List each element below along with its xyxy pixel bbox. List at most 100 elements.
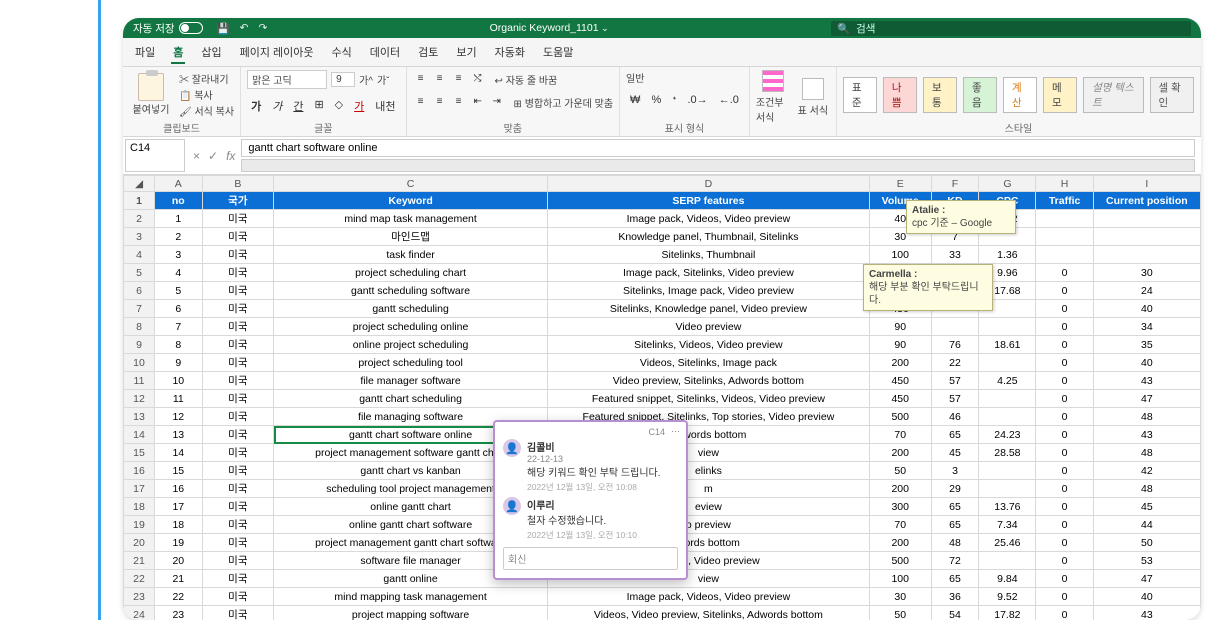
- cell[interactable]: 미국: [202, 534, 273, 552]
- cell[interactable]: 30: [1093, 264, 1200, 282]
- cell[interactable]: 500: [869, 408, 931, 426]
- cell[interactable]: [979, 462, 1036, 480]
- col-E[interactable]: E: [869, 176, 931, 192]
- row-header[interactable]: 24: [124, 606, 155, 620]
- cell[interactable]: 0: [1036, 300, 1093, 318]
- indent-inc-icon[interactable]: ⇥: [489, 95, 505, 110]
- col-B[interactable]: B: [202, 176, 273, 192]
- comment-thread[interactable]: C14 ⋯ 👤 김콜비 22-12-13 해당 키워드 확인 부탁 드립니다. …: [493, 420, 688, 580]
- cell[interactable]: 미국: [202, 336, 273, 354]
- style-memo[interactable]: 메모: [1043, 77, 1077, 113]
- cell[interactable]: 200: [869, 354, 931, 372]
- cell[interactable]: Sitelinks, Image pack, Video preview: [548, 282, 870, 300]
- row-header[interactable]: 13: [124, 408, 155, 426]
- cell[interactable]: 0: [1036, 462, 1093, 480]
- cell[interactable]: 0: [1036, 318, 1093, 336]
- style-calc[interactable]: 계산: [1003, 77, 1037, 113]
- row-header[interactable]: 2: [124, 210, 155, 228]
- cell[interactable]: 7.34: [979, 516, 1036, 534]
- cell[interactable]: project scheduling chart: [274, 264, 548, 282]
- dec-decimal-button[interactable]: ←.0: [715, 93, 743, 108]
- header-cell[interactable]: SERP features: [548, 192, 870, 210]
- row-header[interactable]: 22: [124, 570, 155, 588]
- cell[interactable]: 15: [154, 462, 202, 480]
- cell[interactable]: 28.58: [979, 444, 1036, 462]
- border-button[interactable]: ⊞: [310, 97, 327, 115]
- cell[interactable]: 48: [1093, 480, 1200, 498]
- cell[interactable]: 200: [869, 444, 931, 462]
- style-neutral[interactable]: 보통: [923, 77, 957, 113]
- cell[interactable]: 7: [154, 318, 202, 336]
- cell[interactable]: 0: [1036, 480, 1093, 498]
- cell[interactable]: [1093, 228, 1200, 246]
- tab-review[interactable]: 검토: [416, 42, 440, 64]
- format-as-table-button[interactable]: 표 서식: [796, 78, 830, 117]
- header-cell[interactable]: Keyword: [274, 192, 548, 210]
- cell[interactable]: Knowledge panel, Thumbnail, Sitelinks: [548, 228, 870, 246]
- cell[interactable]: 16: [154, 480, 202, 498]
- row-header[interactable]: 12: [124, 390, 155, 408]
- cell[interactable]: [931, 318, 979, 336]
- percent-button[interactable]: %: [647, 93, 665, 108]
- cell[interactable]: 미국: [202, 462, 273, 480]
- fx-icon[interactable]: fx: [226, 149, 235, 163]
- cell[interactable]: Sitelinks, Thumbnail: [548, 246, 870, 264]
- align-top-icon[interactable]: ≡: [413, 72, 429, 87]
- cell[interactable]: 43: [1093, 426, 1200, 444]
- cell[interactable]: Video preview, Sitelinks, Adwords bottom: [548, 372, 870, 390]
- cell[interactable]: 45: [1093, 498, 1200, 516]
- header-cell[interactable]: Current position: [1093, 192, 1200, 210]
- col-A[interactable]: A: [154, 176, 202, 192]
- paste-button[interactable]: 붙여넣기: [129, 73, 173, 116]
- cell[interactable]: Video preview: [548, 318, 870, 336]
- cell[interactable]: 11: [154, 390, 202, 408]
- cell[interactable]: task finder: [274, 246, 548, 264]
- row-header[interactable]: 17: [124, 480, 155, 498]
- font-family-select[interactable]: 맑은 고딕: [247, 70, 327, 89]
- row-header[interactable]: 3: [124, 228, 155, 246]
- cell[interactable]: 30: [869, 588, 931, 606]
- cell[interactable]: [979, 552, 1036, 570]
- row-header[interactable]: 18: [124, 498, 155, 516]
- cell[interactable]: gantt chart scheduling: [274, 390, 548, 408]
- bold-button[interactable]: 가: [247, 97, 265, 115]
- cell[interactable]: 9.52: [979, 588, 1036, 606]
- cell[interactable]: 43: [1093, 372, 1200, 390]
- cell[interactable]: 57: [931, 390, 979, 408]
- formula-input[interactable]: gantt chart software online: [241, 139, 1195, 157]
- cell[interactable]: 0: [1036, 444, 1093, 462]
- cell[interactable]: 0: [1036, 570, 1093, 588]
- cell[interactable]: 40: [1093, 588, 1200, 606]
- row-header[interactable]: 19: [124, 516, 155, 534]
- cell[interactable]: 2: [154, 228, 202, 246]
- cell[interactable]: 0: [1036, 282, 1093, 300]
- document-title[interactable]: Organic Keyword_1101: [267, 22, 831, 34]
- cell[interactable]: 미국: [202, 570, 273, 588]
- cell[interactable]: 0: [1036, 516, 1093, 534]
- cell[interactable]: 3: [154, 246, 202, 264]
- phonetic-button[interactable]: 내천: [371, 97, 399, 115]
- cell[interactable]: 65: [931, 498, 979, 516]
- cell[interactable]: 100: [869, 246, 931, 264]
- col-G[interactable]: G: [979, 176, 1036, 192]
- row-header[interactable]: 7: [124, 300, 155, 318]
- tab-insert[interactable]: 삽입: [199, 42, 223, 64]
- cell[interactable]: 미국: [202, 282, 273, 300]
- cell[interactable]: project scheduling tool: [274, 354, 548, 372]
- cell[interactable]: 20: [154, 552, 202, 570]
- cell[interactable]: 미국: [202, 588, 273, 606]
- style-good[interactable]: 좋음: [963, 77, 997, 113]
- cell[interactable]: 8: [154, 336, 202, 354]
- row-header[interactable]: 20: [124, 534, 155, 552]
- cell[interactable]: Sitelinks, Videos, Video preview: [548, 336, 870, 354]
- cell[interactable]: 40: [1093, 300, 1200, 318]
- align-left-icon[interactable]: ≡: [413, 95, 429, 110]
- cell[interactable]: 5: [154, 282, 202, 300]
- cell[interactable]: 450: [869, 390, 931, 408]
- cell[interactable]: 200: [869, 480, 931, 498]
- tab-data[interactable]: 데이터: [368, 42, 402, 64]
- cell[interactable]: 미국: [202, 372, 273, 390]
- cell[interactable]: [1036, 210, 1093, 228]
- undo-icon[interactable]: ↶: [240, 22, 249, 35]
- col-I[interactable]: I: [1093, 176, 1200, 192]
